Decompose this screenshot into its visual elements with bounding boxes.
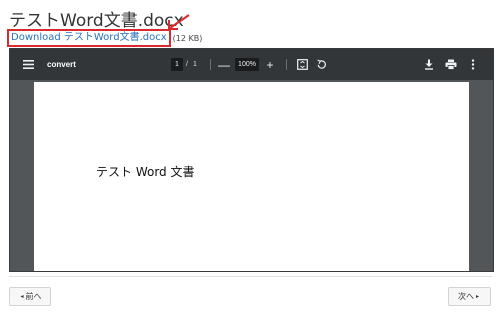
zoom-in-button[interactable]: + [264,49,276,80]
chevron-right-icon: ▸ [475,293,479,300]
more-vert-icon[interactable] [468,49,478,80]
next-button[interactable]: 次へ ▸ [448,287,491,306]
page-title: テストWord文書.docx [9,11,184,31]
toolbar-divider [286,59,287,70]
zoom-level-input[interactable]: 100% [235,58,259,71]
fit-page-icon[interactable] [296,49,308,80]
divider [9,276,492,277]
zoom-out-button[interactable]: — [218,49,230,80]
rotate-icon[interactable] [315,49,327,80]
pdf-toolbar: convert 1 / 1 — 100% + [10,49,493,80]
prev-label: 前へ [25,292,42,301]
pdf-viewer: convert 1 / 1 — 100% + テスト Word 文書 [9,48,494,272]
toolbar-divider [210,59,211,70]
download-link[interactable]: Download テストWord文書.docx [7,29,171,47]
download-row: Download テストWord文書.docx (12 KB) [7,29,202,47]
download-icon[interactable] [423,49,435,80]
page-separator: / [186,61,188,68]
document-page: テスト Word 文書 [34,82,469,271]
page-total: 1 [193,61,197,68]
next-label: 次へ [457,292,474,301]
document-text: テスト Word 文書 [96,165,195,179]
document-name: convert [47,60,76,69]
print-icon[interactable] [444,49,458,80]
menu-icon[interactable] [20,49,36,80]
file-size: (12 KB) [172,33,203,43]
chevron-left-icon: ◂ [20,293,24,300]
page-number-input[interactable]: 1 [171,58,183,71]
prev-button[interactable]: ◂ 前へ [9,287,51,306]
